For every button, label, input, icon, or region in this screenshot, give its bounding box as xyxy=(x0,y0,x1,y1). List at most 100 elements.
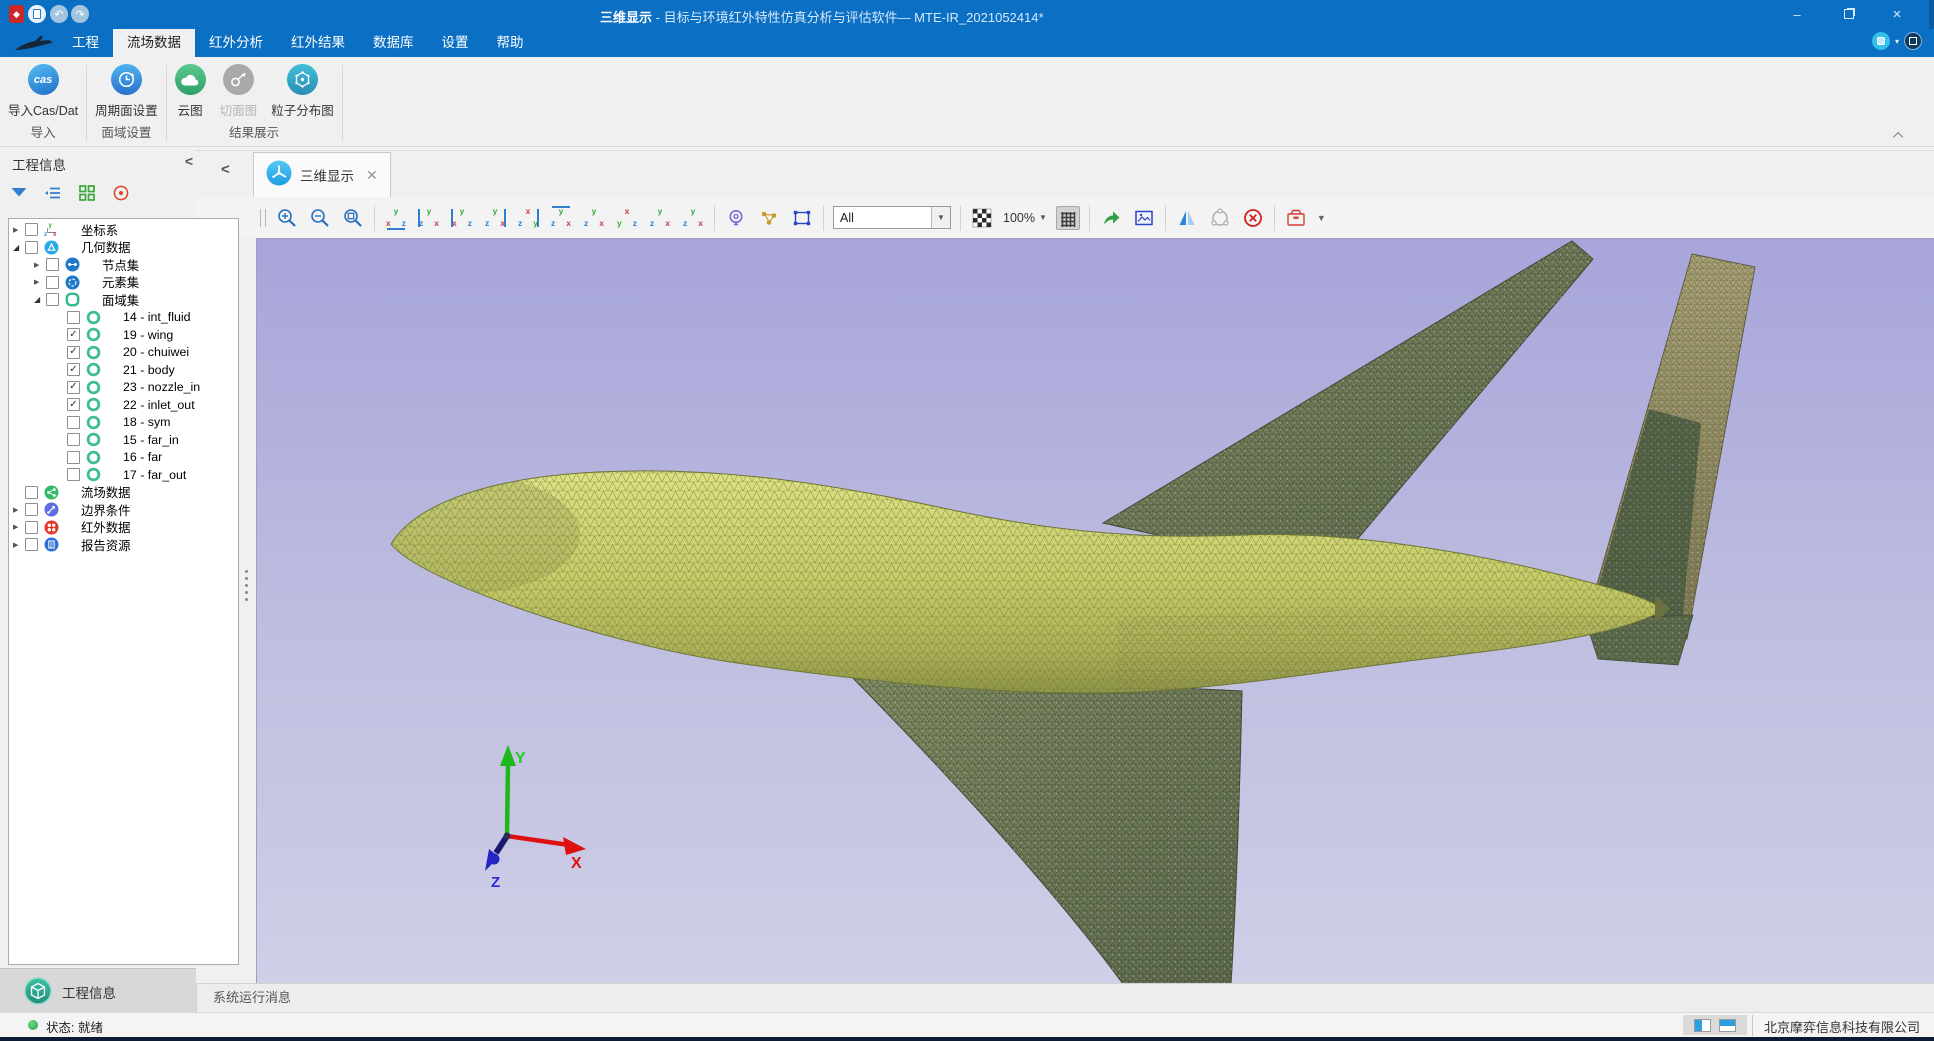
tree-checkbox[interactable] xyxy=(46,258,59,271)
tree-expand-icon[interactable]: ▶ xyxy=(34,261,46,269)
tree-checkbox[interactable] xyxy=(25,538,38,551)
tree-expand-icon[interactable]: ◢ xyxy=(34,295,46,304)
theme-icon[interactable] xyxy=(1904,32,1922,50)
view-orientation-button-5[interactable]: xzy xyxy=(516,206,540,230)
tree-checkbox[interactable] xyxy=(67,311,80,324)
view-orientation-button-7[interactable]: yzx xyxy=(582,206,606,230)
tab-close-icon[interactable]: ✕ xyxy=(366,167,378,184)
tree-report-resources[interactable]: ▶报告资源 xyxy=(9,536,238,554)
tab-3d-display[interactable]: 三维显示 ✕ xyxy=(253,152,391,197)
tree-checkbox[interactable] xyxy=(25,503,38,516)
snapshot-button[interactable] xyxy=(1132,206,1156,230)
tree-expand-icon[interactable]: ▶ xyxy=(13,506,25,514)
mirror-button[interactable] xyxy=(1175,206,1199,230)
display-filter-select[interactable]: All▼ xyxy=(833,206,951,229)
skin-icon[interactable] xyxy=(1872,32,1890,50)
menu-flow-data[interactable]: 流场数据 xyxy=(113,29,195,57)
tree-checkbox[interactable] xyxy=(25,521,38,534)
contour-plot-button[interactable]: 云图 xyxy=(175,64,206,120)
tree-surface-18-sym[interactable]: 18 - sym xyxy=(9,414,238,432)
grid-toggle-button[interactable] xyxy=(1056,206,1080,230)
menu-project[interactable]: 工程 xyxy=(58,29,113,57)
filter-icon[interactable] xyxy=(10,184,28,202)
minimize-button[interactable]: – xyxy=(1780,3,1814,25)
tree-checkbox[interactable] xyxy=(67,451,80,464)
close-button[interactable]: × xyxy=(1880,3,1914,25)
tree-checkbox[interactable] xyxy=(67,468,80,481)
menu-help[interactable]: 帮助 xyxy=(483,29,538,57)
tree-surface-17-far_out[interactable]: 17 - far_out xyxy=(9,466,238,484)
transparency-button[interactable] xyxy=(970,206,994,230)
tree-checkbox[interactable]: ✓ xyxy=(67,346,80,359)
package-button[interactable] xyxy=(1284,206,1308,230)
export-view-button[interactable] xyxy=(1099,206,1123,230)
tree-node-set[interactable]: ▶节点集 xyxy=(9,256,238,274)
tree-checkbox[interactable] xyxy=(25,241,38,254)
undo-icon[interactable]: ↶ xyxy=(50,5,68,23)
menu-ir-analysis[interactable]: 红外分析 xyxy=(195,29,277,57)
package-dropdown-caret[interactable]: ▼ xyxy=(1317,213,1326,223)
target-icon[interactable] xyxy=(112,184,130,202)
tree-surface-16-far[interactable]: 16 - far xyxy=(9,449,238,467)
view-orientation-button-1[interactable]: yxz xyxy=(384,206,408,230)
menu-settings[interactable]: 设置 xyxy=(428,29,483,57)
panel-splitter-handle[interactable] xyxy=(245,570,248,601)
periodic-face-settings-button[interactable]: 周期面设置 xyxy=(95,64,158,120)
tree-infrared-data[interactable]: ▶红外数据 xyxy=(9,519,238,537)
tree-surface-14-int_fluid[interactable]: 14 - int_fluid xyxy=(9,309,238,327)
skin-caret-icon[interactable]: ▾ xyxy=(1895,37,1899,46)
tree-checkbox[interactable]: ✓ xyxy=(67,398,80,411)
panel-footer[interactable]: 工程信息 xyxy=(0,968,196,1012)
tree-coordinate-system[interactable]: ▶yzx坐标系 xyxy=(9,221,238,239)
tree-surface-21-body[interactable]: ✓21 - body xyxy=(9,361,238,379)
clear-view-button[interactable] xyxy=(1241,206,1265,230)
tree-checkbox[interactable]: ✓ xyxy=(67,381,80,394)
tree-element-set[interactable]: ▶元素集 xyxy=(9,274,238,292)
tree-checkbox[interactable] xyxy=(67,416,80,429)
tree-checkbox[interactable] xyxy=(67,433,80,446)
zoom-level-dropdown[interactable]: 100%▼ xyxy=(1003,211,1047,225)
tree-surface-20-chuiwei[interactable]: ✓20 - chuiwei xyxy=(9,344,238,362)
redo-icon[interactable]: ↷ xyxy=(71,5,89,23)
tree-surface-23-nozzle_in[interactable]: ✓23 - nozzle_in xyxy=(9,379,238,397)
restore-button[interactable] xyxy=(1832,3,1866,25)
view-orientation-button-9[interactable]: yzx xyxy=(648,206,672,230)
layout-bottom-icon[interactable] xyxy=(1719,1019,1736,1032)
tree-geometry-data[interactable]: ◢几何数据 xyxy=(9,239,238,257)
tree-boundary-conditions[interactable]: ▶边界条件 xyxy=(9,501,238,519)
menu-database[interactable]: 数据库 xyxy=(359,29,428,57)
tab-scroll-left-icon[interactable]: < xyxy=(221,161,230,178)
tree-surface-15-far_in[interactable]: 15 - far_in xyxy=(9,431,238,449)
tree-expand-icon[interactable]: ▶ xyxy=(13,226,25,234)
tree-surface-22-inlet_out[interactable]: ✓22 - inlet_out xyxy=(9,396,238,414)
tree-expand-icon[interactable]: ▶ xyxy=(34,278,46,286)
tree-checkbox[interactable] xyxy=(46,293,59,306)
view-orientation-button-2[interactable]: yzx xyxy=(417,206,441,230)
tree-face-set[interactable]: ◢面域集 xyxy=(9,291,238,309)
tree-checkbox[interactable]: ✓ xyxy=(67,363,80,376)
tree-checkbox[interactable]: ✓ xyxy=(67,328,80,341)
tree-checkbox[interactable] xyxy=(46,276,59,289)
view-orientation-button-8[interactable]: xyz xyxy=(615,206,639,230)
tree-surface-19-wing[interactable]: ✓19 - wing xyxy=(9,326,238,344)
import-cas-dat-button[interactable]: cas导入Cas/Dat xyxy=(8,64,78,120)
menu-ir-results[interactable]: 红外结果 xyxy=(277,29,359,57)
particle-distribution-button[interactable]: 粒子分布图 xyxy=(271,64,334,120)
combo-dropdown-icon[interactable]: ▼ xyxy=(931,207,950,228)
view-orientation-button-4[interactable]: yzx xyxy=(483,206,507,230)
render-mode-button[interactable] xyxy=(757,206,781,230)
tree-expand-icon[interactable]: ▶ xyxy=(13,523,25,531)
new-document-icon[interactable] xyxy=(28,5,46,23)
view-orientation-button-10[interactable]: yzx xyxy=(681,206,705,230)
viewport-3d[interactable]: Y X Z xyxy=(256,238,1934,983)
outline-list-icon[interactable] xyxy=(44,184,62,202)
tree-expand-icon[interactable]: ▶ xyxy=(13,541,25,549)
box-select-button[interactable] xyxy=(790,206,814,230)
grid-view-icon[interactable] xyxy=(78,184,96,202)
panel-collapse-icon[interactable]: < xyxy=(181,153,197,169)
camera-view-button[interactable] xyxy=(724,206,748,230)
view-orientation-button-3[interactable]: yxz xyxy=(450,206,474,230)
tree-checkbox[interactable] xyxy=(25,486,38,499)
ribbon-collapse-icon[interactable] xyxy=(1890,128,1908,142)
zoom-out-button[interactable] xyxy=(308,206,332,230)
